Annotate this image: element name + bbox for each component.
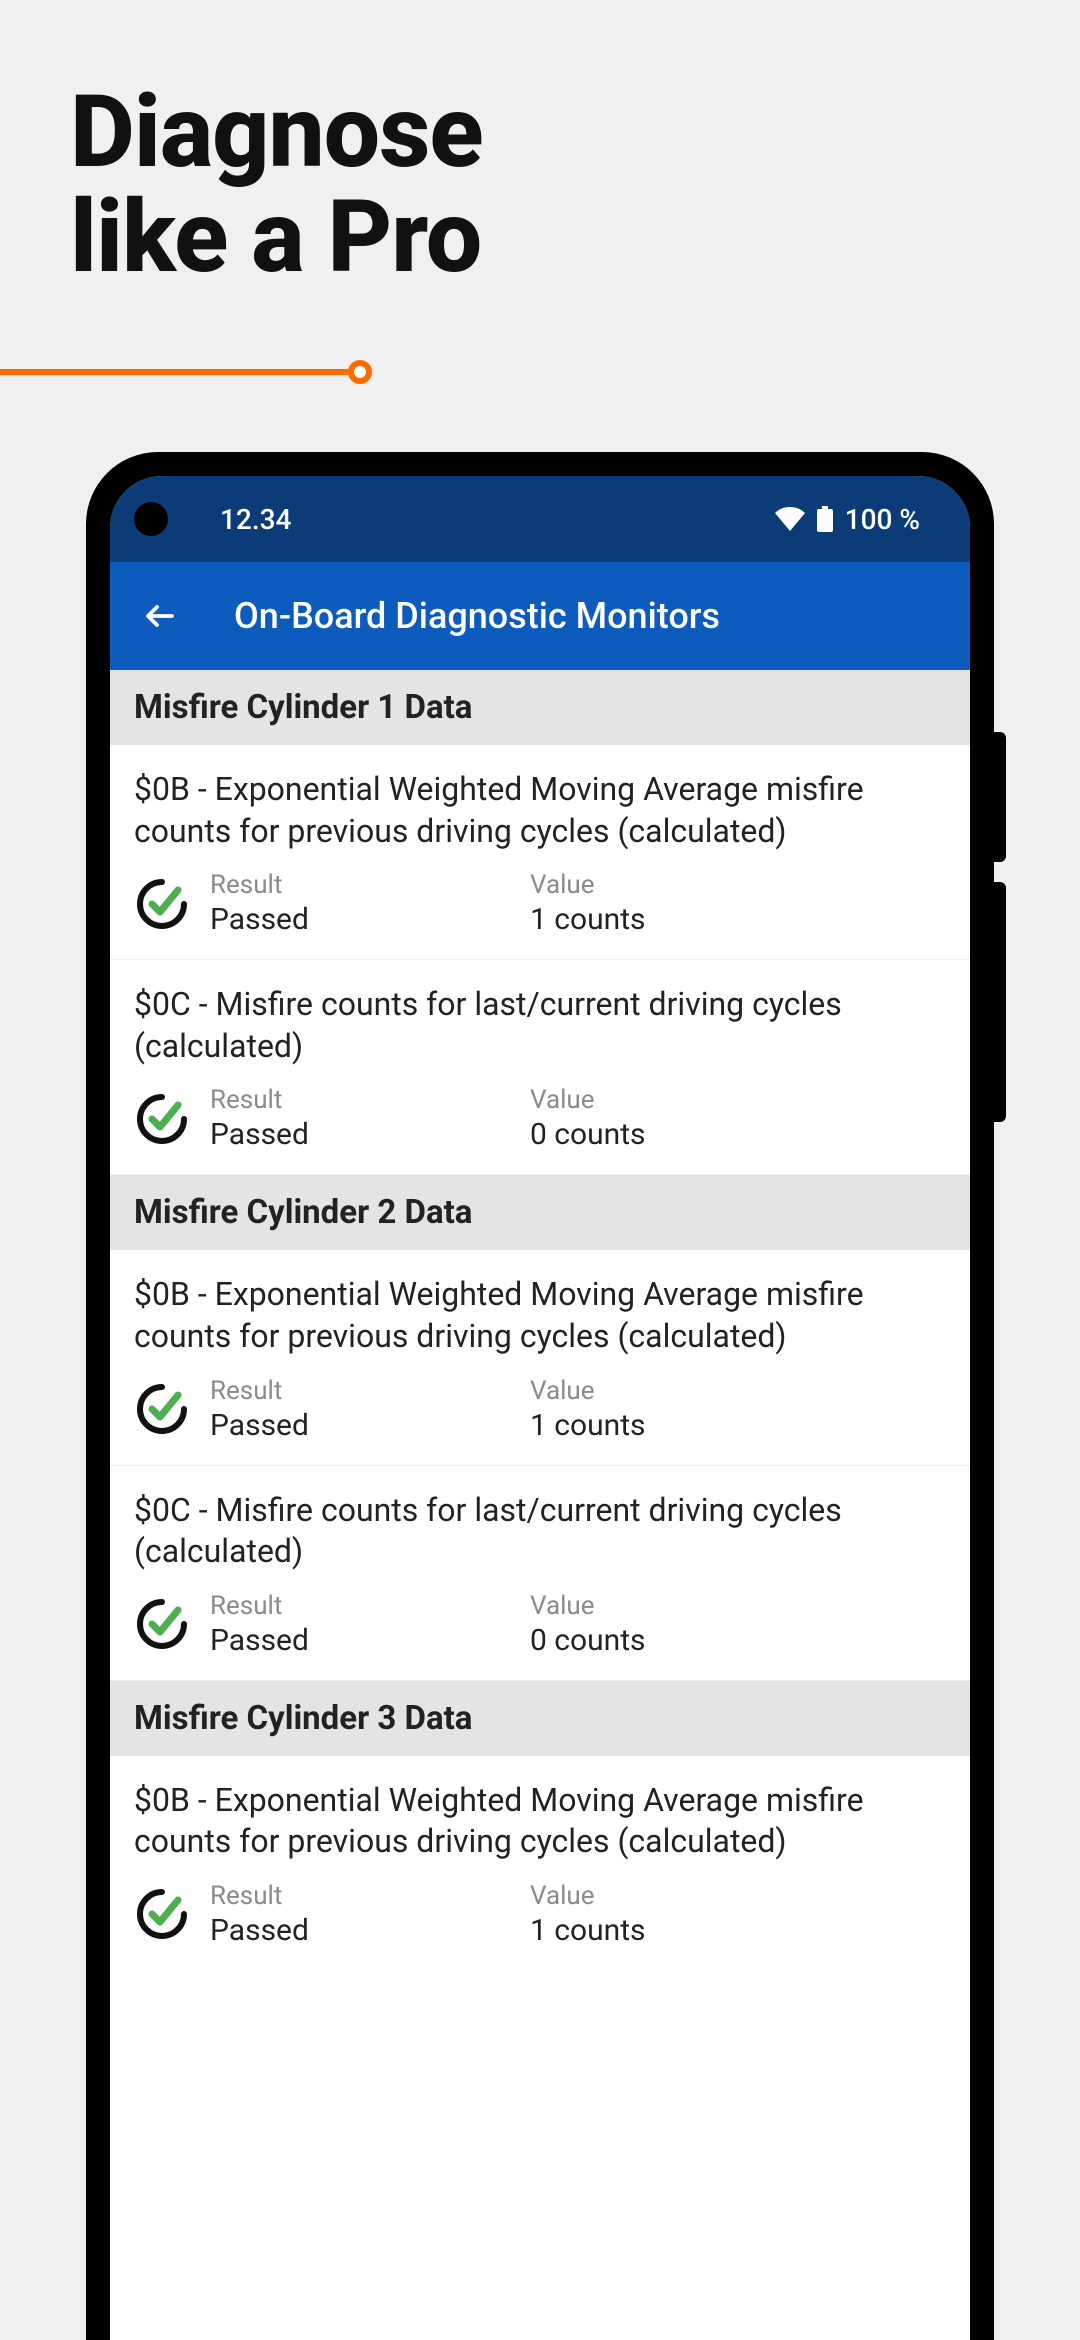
value-label: Value: [530, 1376, 946, 1406]
wifi-icon: [775, 507, 805, 531]
result-column: Result Passed: [210, 1376, 530, 1443]
battery-text: 100 %: [845, 503, 920, 536]
back-button[interactable]: [138, 594, 182, 638]
app-bar-title: On-Board Diagnostic Monitors: [234, 595, 720, 637]
result-value: Passed: [210, 1913, 530, 1948]
value-label: Value: [530, 1085, 946, 1115]
value-value: 0 counts: [530, 1117, 946, 1152]
divider-line: [0, 360, 374, 384]
diagnostic-description: $0C - Misfire counts for last/current dr…: [134, 1490, 946, 1573]
status-icons: 100 %: [775, 503, 920, 536]
volume-up-button: [994, 732, 1006, 862]
diagnostic-item[interactable]: $0C - Misfire counts for last/current dr…: [110, 960, 970, 1175]
diagnostic-row: Result Passed Value 0 counts: [134, 1591, 946, 1658]
value-column: Value 1 counts: [530, 1881, 946, 1948]
result-column: Result Passed: [210, 1881, 530, 1948]
result-value: Passed: [210, 902, 530, 937]
check-pass-icon: [134, 1886, 190, 1942]
result-value: Passed: [210, 1408, 530, 1443]
check-pass-icon: [134, 876, 190, 932]
diagnostic-row: Result Passed Value 1 counts: [134, 870, 946, 937]
diagnostic-list[interactable]: Misfire Cylinder 1 Data $0B - Exponentia…: [110, 670, 970, 1970]
battery-icon: [817, 506, 833, 532]
result-column: Result Passed: [210, 870, 530, 937]
result-value: Passed: [210, 1117, 530, 1152]
diagnostic-item[interactable]: $0C - Misfire counts for last/current dr…: [110, 1466, 970, 1681]
diagnostic-description: $0C - Misfire counts for last/current dr…: [134, 984, 946, 1067]
value-column: Value 0 counts: [530, 1591, 946, 1658]
diagnostic-description: $0B - Exponential Weighted Moving Averag…: [134, 769, 946, 852]
value-value: 1 counts: [530, 902, 946, 937]
check-pass-icon: [134, 1381, 190, 1437]
result-column: Result Passed: [210, 1085, 530, 1152]
value-label: Value: [530, 1591, 946, 1621]
diagnostic-row: Result Passed Value 0 counts: [134, 1085, 946, 1152]
diagnostic-row: Result Passed Value 1 counts: [134, 1881, 946, 1948]
diagnostic-description: $0B - Exponential Weighted Moving Averag…: [134, 1780, 946, 1863]
result-label: Result: [210, 870, 530, 900]
value-value: 1 counts: [530, 1913, 946, 1948]
diagnostic-row: Result Passed Value 1 counts: [134, 1376, 946, 1443]
check-pass-icon: [134, 1091, 190, 1147]
promo-line2: like a Pro: [70, 185, 483, 290]
diagnostic-item[interactable]: $0B - Exponential Weighted Moving Averag…: [110, 745, 970, 960]
result-label: Result: [210, 1376, 530, 1406]
result-label: Result: [210, 1085, 530, 1115]
value-column: Value 1 counts: [530, 1376, 946, 1443]
value-value: 0 counts: [530, 1623, 946, 1658]
result-label: Result: [210, 1591, 530, 1621]
diagnostic-item[interactable]: $0B - Exponential Weighted Moving Averag…: [110, 1250, 970, 1465]
value-label: Value: [530, 1881, 946, 1911]
phone-frame: 12.34 100 % On-Board Diagnostic Monitors…: [86, 452, 994, 2340]
section-header: Misfire Cylinder 3 Data: [110, 1681, 970, 1756]
value-column: Value 1 counts: [530, 870, 946, 937]
status-time: 12.34: [220, 503, 291, 536]
status-bar: 12.34 100 %: [110, 476, 970, 562]
arrow-left-icon: [142, 598, 178, 634]
check-pass-icon: [134, 1596, 190, 1652]
diagnostic-description: $0B - Exponential Weighted Moving Averag…: [134, 1274, 946, 1357]
value-column: Value 0 counts: [530, 1085, 946, 1152]
result-column: Result Passed: [210, 1591, 530, 1658]
promo-heading: Diagnose like a Pro: [70, 80, 483, 290]
volume-down-button: [994, 882, 1006, 1122]
promo-line1: Diagnose: [70, 80, 483, 185]
section-header: Misfire Cylinder 2 Data: [110, 1175, 970, 1250]
app-bar: On-Board Diagnostic Monitors: [110, 562, 970, 670]
section-header: Misfire Cylinder 1 Data: [110, 670, 970, 745]
value-label: Value: [530, 870, 946, 900]
result-value: Passed: [210, 1623, 530, 1658]
diagnostic-item[interactable]: $0B - Exponential Weighted Moving Averag…: [110, 1756, 970, 1970]
camera-hole: [134, 502, 168, 536]
result-label: Result: [210, 1881, 530, 1911]
value-value: 1 counts: [530, 1408, 946, 1443]
phone-screen: 12.34 100 % On-Board Diagnostic Monitors…: [110, 476, 970, 2340]
